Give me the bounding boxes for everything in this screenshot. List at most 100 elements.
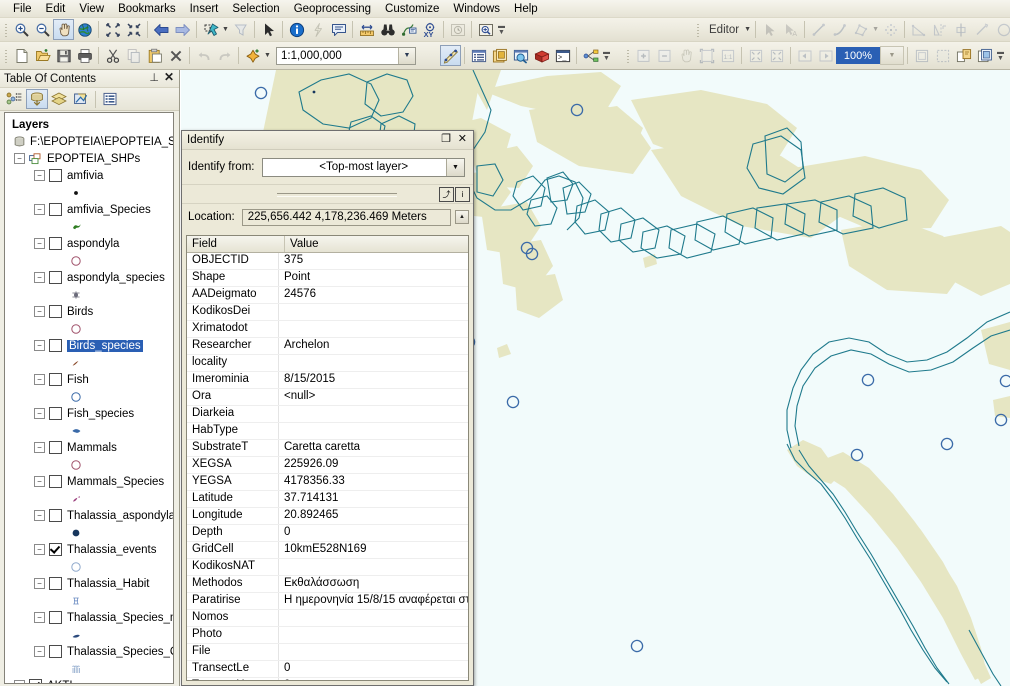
copy-icon[interactable] <box>123 45 144 66</box>
table-row[interactable]: Methodos Εκθαλάσσωση <box>187 576 468 593</box>
rotate-tool-icon[interactable] <box>971 19 992 40</box>
hyperlink-icon[interactable] <box>307 19 328 40</box>
toggle-draft-mode-icon[interactable] <box>911 45 932 66</box>
close-icon[interactable]: ✕ <box>164 70 174 84</box>
toc-layer-mammals[interactable]: − Mammals <box>8 439 173 456</box>
toolbar-overflow-icon[interactable]: ▬ ▼ <box>496 19 507 40</box>
search-window-icon[interactable] <box>510 45 531 66</box>
zoom-out-icon[interactable] <box>32 19 53 40</box>
cut-icon[interactable] <box>102 45 123 66</box>
editor-menu-dropdown-icon[interactable]: ▼ <box>743 19 752 40</box>
layer-visibility-checkbox[interactable] <box>49 611 62 624</box>
toc-layer-fish[interactable]: − Fish <box>8 371 173 388</box>
list-by-visibility-icon[interactable] <box>48 89 70 109</box>
toc-layer-list[interactable]: Layers F:\EPOPTEIA\EPOPTEIA_SHPs\ − EPOP… <box>4 112 174 684</box>
select-elements-arrow-icon[interactable] <box>258 19 279 40</box>
select-features-icon[interactable] <box>200 19 221 40</box>
table-row[interactable]: Latitude 37.714131 <box>187 491 468 508</box>
table-row[interactable]: Nomos <box>187 610 468 627</box>
layer-visibility-checkbox[interactable] <box>49 543 62 556</box>
edit-annotation-icon[interactable]: A <box>780 19 801 40</box>
expander-icon[interactable]: − <box>34 612 45 623</box>
maximize-icon[interactable]: ❐ <box>441 132 451 145</box>
menu-edit[interactable]: Edit <box>39 1 73 17</box>
back-extent-icon[interactable] <box>794 45 815 66</box>
layout-zoom-out-icon[interactable] <box>654 45 675 66</box>
layer-visibility-checkbox[interactable] <box>49 645 62 658</box>
table-row[interactable]: File <box>187 644 468 661</box>
table-row[interactable]: TransectHe0 <box>187 678 468 680</box>
table-row[interactable]: Researcher Archelon <box>187 338 468 355</box>
split-tool-icon[interactable] <box>950 19 971 40</box>
table-row[interactable]: TransectLe 0 <box>187 661 468 678</box>
toc-layer-thalassia-species-of-i[interactable]: − Thalassia_Species_Of_I <box>8 643 173 660</box>
list-by-source-icon[interactable] <box>26 89 48 109</box>
table-row[interactable]: Longitude 20.892465 <box>187 508 468 525</box>
layer-visibility-checkbox[interactable] <box>49 339 62 352</box>
menu-file[interactable]: File <box>6 1 39 17</box>
expander-icon[interactable]: − <box>34 340 45 351</box>
layer-visibility-checkbox[interactable] <box>49 475 62 488</box>
expander-icon[interactable]: − <box>34 170 45 181</box>
table-row[interactable]: Photo <box>187 627 468 644</box>
expander-icon[interactable]: − <box>34 374 45 385</box>
layer-visibility-checkbox[interactable] <box>49 441 62 454</box>
time-slider-icon[interactable] <box>447 19 468 40</box>
add-data-dropdown-icon[interactable]: ▼ <box>263 45 272 66</box>
toolbar-overflow-icon[interactable]: ▬ ▼ <box>601 45 612 66</box>
print-icon[interactable] <box>74 45 95 66</box>
layer-visibility-checkbox[interactable] <box>49 237 62 250</box>
layout-zoom-dropdown-icon[interactable]: ▼ <box>880 46 904 65</box>
html-popup-icon[interactable] <box>328 19 349 40</box>
edit-vertices-icon[interactable] <box>880 19 901 40</box>
grid-header-value[interactable]: Value <box>285 236 468 252</box>
clear-selection-icon[interactable] <box>230 19 251 40</box>
layer-visibility-checkbox[interactable] <box>29 679 42 683</box>
expander-icon[interactable]: − <box>34 578 45 589</box>
table-row[interactable]: Paratirise Η ημερονηνία 15/8/15 αναφέρετα… <box>187 593 468 610</box>
layer-visibility-checkbox[interactable] <box>49 509 62 522</box>
chevron-down-icon[interactable]: ▼ <box>446 158 464 176</box>
map-scale-combo[interactable]: 1:1,000,000 ▼ <box>276 46 416 65</box>
table-row[interactable]: OBJECTID 375 <box>187 253 468 270</box>
delete-icon[interactable] <box>165 45 186 66</box>
edit-tool-arrow-icon[interactable] <box>759 19 780 40</box>
save-icon[interactable] <box>53 45 74 66</box>
expander-icon[interactable]: − <box>34 646 45 657</box>
expander-icon[interactable]: − <box>14 153 25 164</box>
scroll-up-icon[interactable]: ▲ <box>455 210 469 224</box>
toc-layer-birds-species[interactable]: − Birds_species <box>8 337 173 354</box>
expander-icon[interactable]: − <box>34 510 45 521</box>
trace-icon[interactable] <box>908 19 929 40</box>
table-row[interactable]: Imerominia 8/15/2015 <box>187 372 468 389</box>
table-row[interactable]: XEGSA 225926.09 <box>187 457 468 474</box>
identify-splitter[interactable]: ⤴ i <box>182 184 473 204</box>
toolbar-grip[interactable] <box>3 47 9 64</box>
go-next-extent-icon[interactable] <box>172 19 193 40</box>
editor-toolbar-icon[interactable] <box>440 45 461 66</box>
zoom-whole-page-icon[interactable] <box>696 45 717 66</box>
toc-layer-thalassia-aspondyla[interactable]: − Thalassia_aspondyla <box>8 507 173 524</box>
menu-view[interactable]: View <box>72 1 111 17</box>
find-route-icon[interactable] <box>398 19 419 40</box>
construction-tool-dropdown-icon[interactable]: ▼ <box>871 19 880 40</box>
catalog-icon[interactable] <box>489 45 510 66</box>
toc-layer-fish-species[interactable]: − Fish_species <box>8 405 173 422</box>
toc-layer-mammals-species[interactable]: − Mammals_Species <box>8 473 173 490</box>
toolbar-grip[interactable] <box>625 47 631 64</box>
identify-attribute-grid[interactable]: Field Value OBJECTID 375 Shape Point AADeigm… <box>186 235 469 681</box>
splitter-grabber[interactable] <box>277 193 397 197</box>
fixed-zoom-out-icon[interactable] <box>123 19 144 40</box>
expander-icon[interactable]: − <box>34 238 45 249</box>
identify-info-icon[interactable]: i <box>455 187 470 202</box>
expander-icon[interactable]: − <box>34 442 45 453</box>
go-back-extent-icon[interactable] <box>151 19 172 40</box>
identify-title-bar[interactable]: Identify ❐ ✕ <box>182 131 473 150</box>
undo-icon[interactable] <box>193 45 214 66</box>
toc-workspace-item[interactable]: F:\EPOPTEIA\EPOPTEIA_SHPs\ <box>8 133 173 150</box>
toc-layer-thalassia-species-mam[interactable]: − Thalassia_Species_mam <box>8 609 173 626</box>
table-row[interactable]: HabType <box>187 423 468 440</box>
list-by-selection-icon[interactable] <box>70 89 92 109</box>
paste-icon[interactable] <box>144 45 165 66</box>
expander-icon[interactable]: − <box>34 204 45 215</box>
